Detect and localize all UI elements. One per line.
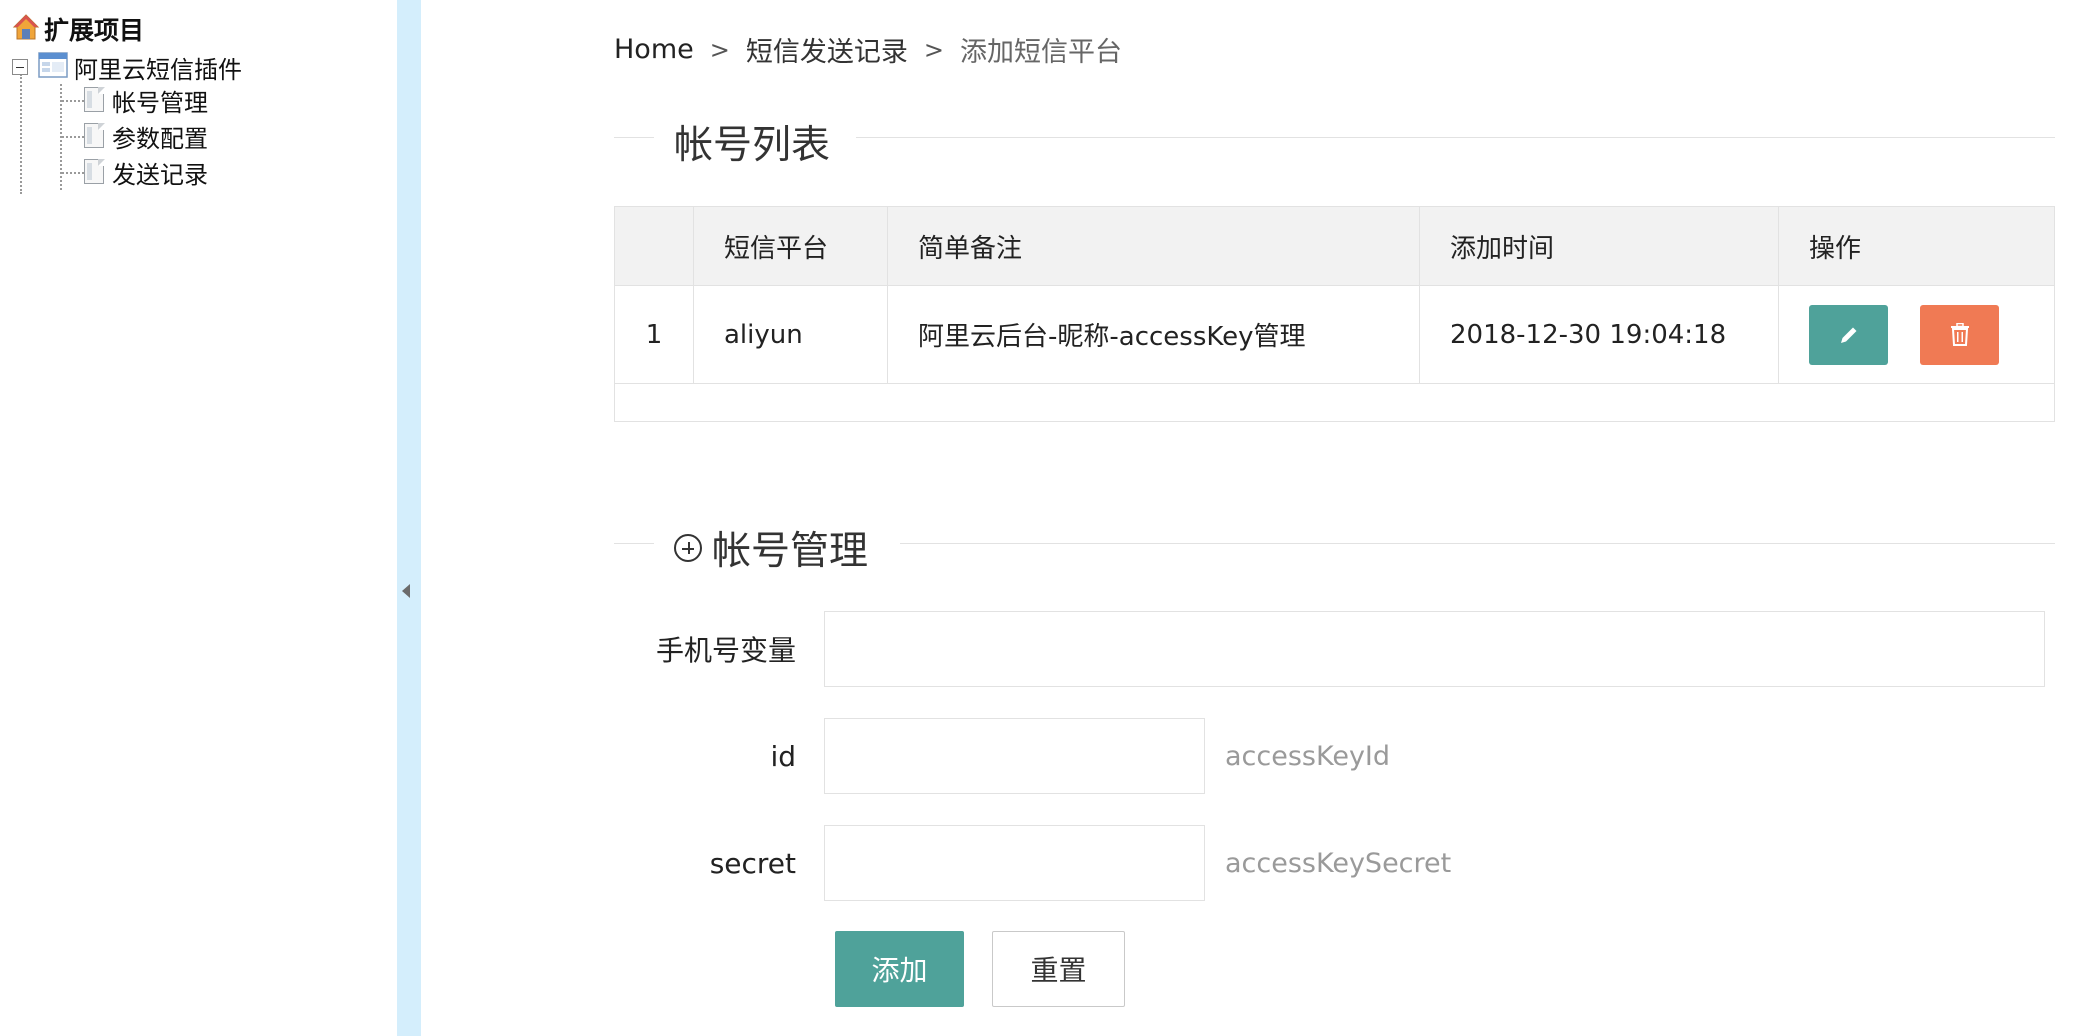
collapse-toggle-icon[interactable] [12, 59, 28, 75]
id-row: id accessKeyId [614, 718, 2055, 794]
phone-variable-label: 手机号变量 [655, 634, 796, 667]
table-row: 1 aliyun 阿里云后台-昵称-accessKey管理 2018-12-30… [614, 285, 2055, 384]
table-header-index [614, 206, 694, 286]
document-icon [84, 87, 106, 113]
cell-index: 1 [614, 285, 694, 384]
empty-cell [614, 383, 2055, 422]
document-icon [84, 123, 106, 149]
account-list-section-title: 帐号列表 [614, 108, 2055, 168]
main-content: Home > 短信发送记录 > 添加短信平台 帐号列表 短信平台 简单备注 添加… [421, 0, 2080, 1036]
tree-connector [62, 136, 84, 138]
account-table: 短信平台 简单备注 添加时间 操作 1 aliyun 阿里云后台-昵称-acce… [614, 206, 2055, 422]
account-form-section-title: 帐号管理 [614, 514, 2055, 574]
table-header-row: 短信平台 简单备注 添加时间 操作 [614, 206, 2055, 286]
tree-connector [62, 172, 84, 174]
breadcrumb-separator: > [923, 35, 944, 64]
home-icon [12, 13, 40, 45]
sidebar-item-label: 参数配置 [112, 124, 208, 153]
trash-icon [1950, 322, 1969, 346]
divider [614, 543, 654, 544]
phone-variable-input[interactable] [824, 611, 2045, 687]
cell-actions [1778, 285, 2055, 384]
tree-folder-label: 阿里云短信插件 [74, 55, 242, 84]
table-header-note: 简单备注 [887, 206, 1420, 286]
secret-input[interactable] [824, 825, 1205, 901]
id-input[interactable] [824, 718, 1205, 794]
section-title-label: 帐号管理 [712, 529, 869, 574]
breadcrumb-current: 添加短信平台 [959, 37, 1122, 68]
window-icon [38, 52, 68, 82]
tree-connector [62, 100, 84, 102]
plus-circle-icon[interactable] [674, 534, 702, 562]
secret-row: secret accessKeySecret [614, 825, 2055, 901]
sidebar-item-send-log[interactable]: 发送记录 [84, 156, 208, 189]
section-title: 帐号列表 [674, 123, 831, 168]
document-icon [84, 159, 106, 185]
triangle-left-icon[interactable] [402, 584, 410, 598]
table-header-time: 添加时间 [1419, 206, 1779, 286]
sidebar-item-param-config[interactable]: 参数配置 [84, 120, 208, 153]
sidebar-tree: 扩展项目 阿里云短信插件 帐号管理 参数配置 发送记录 [0, 0, 397, 1036]
breadcrumb-send-log[interactable]: 短信发送记录 [746, 30, 908, 69]
breadcrumb-separator: > [709, 35, 730, 64]
cell-time: 2018-12-30 19:04:18 [1419, 285, 1779, 384]
phone-variable-row: 手机号变量 [614, 611, 2055, 687]
secret-hint: accessKeySecret [1225, 847, 1452, 879]
table-header-actions: 操作 [1778, 206, 2055, 286]
tree-folder-aliyun-sms[interactable]: 阿里云短信插件 [12, 52, 242, 84]
secret-label: secret [709, 846, 796, 880]
delete-button[interactable] [1920, 304, 2000, 365]
reset-button[interactable]: 重置 [992, 931, 1125, 1007]
table-header-platform: 短信平台 [693, 206, 888, 286]
divider [900, 543, 2055, 544]
table-row-empty [614, 383, 2055, 422]
id-hint: accessKeyId [1225, 740, 1391, 772]
sidebar-splitter[interactable] [397, 0, 421, 1036]
id-label: id [770, 739, 796, 773]
divider [614, 137, 654, 138]
divider [856, 137, 2055, 138]
cell-platform: aliyun [693, 285, 888, 384]
breadcrumb-home[interactable]: Home [614, 34, 694, 65]
sidebar-item-label: 帐号管理 [112, 88, 208, 117]
add-button[interactable]: 添加 [835, 931, 964, 1007]
edit-button[interactable] [1809, 304, 1888, 365]
tree-root-label: 扩展项目 [44, 16, 145, 45]
pencil-icon [1840, 327, 1856, 343]
tree-root[interactable]: 扩展项目 [12, 13, 145, 45]
tree-connector [20, 74, 22, 194]
sidebar-item-account-manage[interactable]: 帐号管理 [84, 84, 208, 117]
sidebar-item-label: 发送记录 [112, 160, 208, 189]
cell-note: 阿里云后台-昵称-accessKey管理 [887, 285, 1420, 384]
section-title: 帐号管理 [674, 520, 868, 576]
breadcrumb: Home > 短信发送记录 > 添加短信平台 [614, 30, 1122, 69]
